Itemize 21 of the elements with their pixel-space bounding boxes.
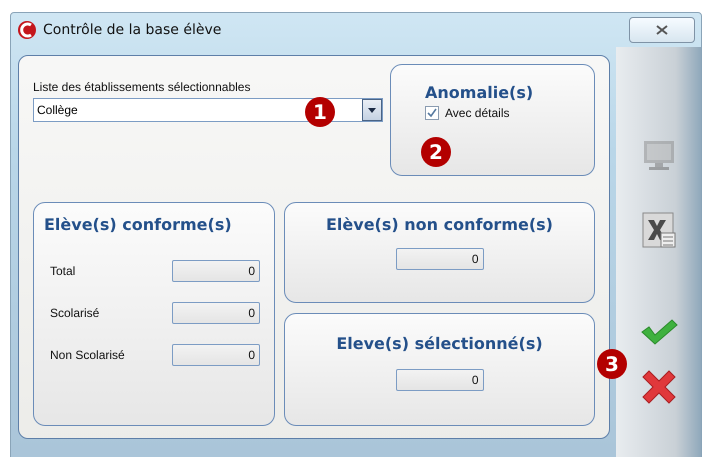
count-field[interactable]: 0 bbox=[396, 248, 484, 270]
anomalies-title: Anomalie(s) bbox=[425, 83, 534, 102]
checkmark-icon bbox=[427, 108, 437, 118]
selected-title: Eleve(s) sélectionné(s) bbox=[336, 334, 543, 353]
list-label: Liste des établissements sélectionnables bbox=[33, 80, 252, 94]
stat-label: Scolarisé bbox=[50, 306, 100, 320]
conforming-title: Elève(s) conforme(s) bbox=[44, 215, 233, 234]
close-button[interactable] bbox=[629, 17, 695, 43]
count-field[interactable]: 0 bbox=[172, 344, 260, 366]
count-field[interactable]: 0 bbox=[172, 260, 260, 282]
window-title: Contrôle de la base élève bbox=[43, 22, 222, 38]
non-conforming-title: Elève(s) non conforme(s) bbox=[326, 215, 553, 234]
stat-label: Non Scolarisé bbox=[50, 348, 125, 362]
stat-label: Total bbox=[50, 264, 76, 278]
checkbox-label[interactable]: Avec détails bbox=[445, 106, 510, 120]
count-field[interactable]: 0 bbox=[172, 302, 260, 324]
close-icon[interactable] bbox=[656, 25, 668, 35]
checkmark-icon[interactable] bbox=[638, 317, 678, 347]
app-logo-icon bbox=[17, 20, 37, 40]
details-checkbox[interactable] bbox=[425, 106, 439, 120]
count-field[interactable]: 0 bbox=[396, 369, 484, 391]
